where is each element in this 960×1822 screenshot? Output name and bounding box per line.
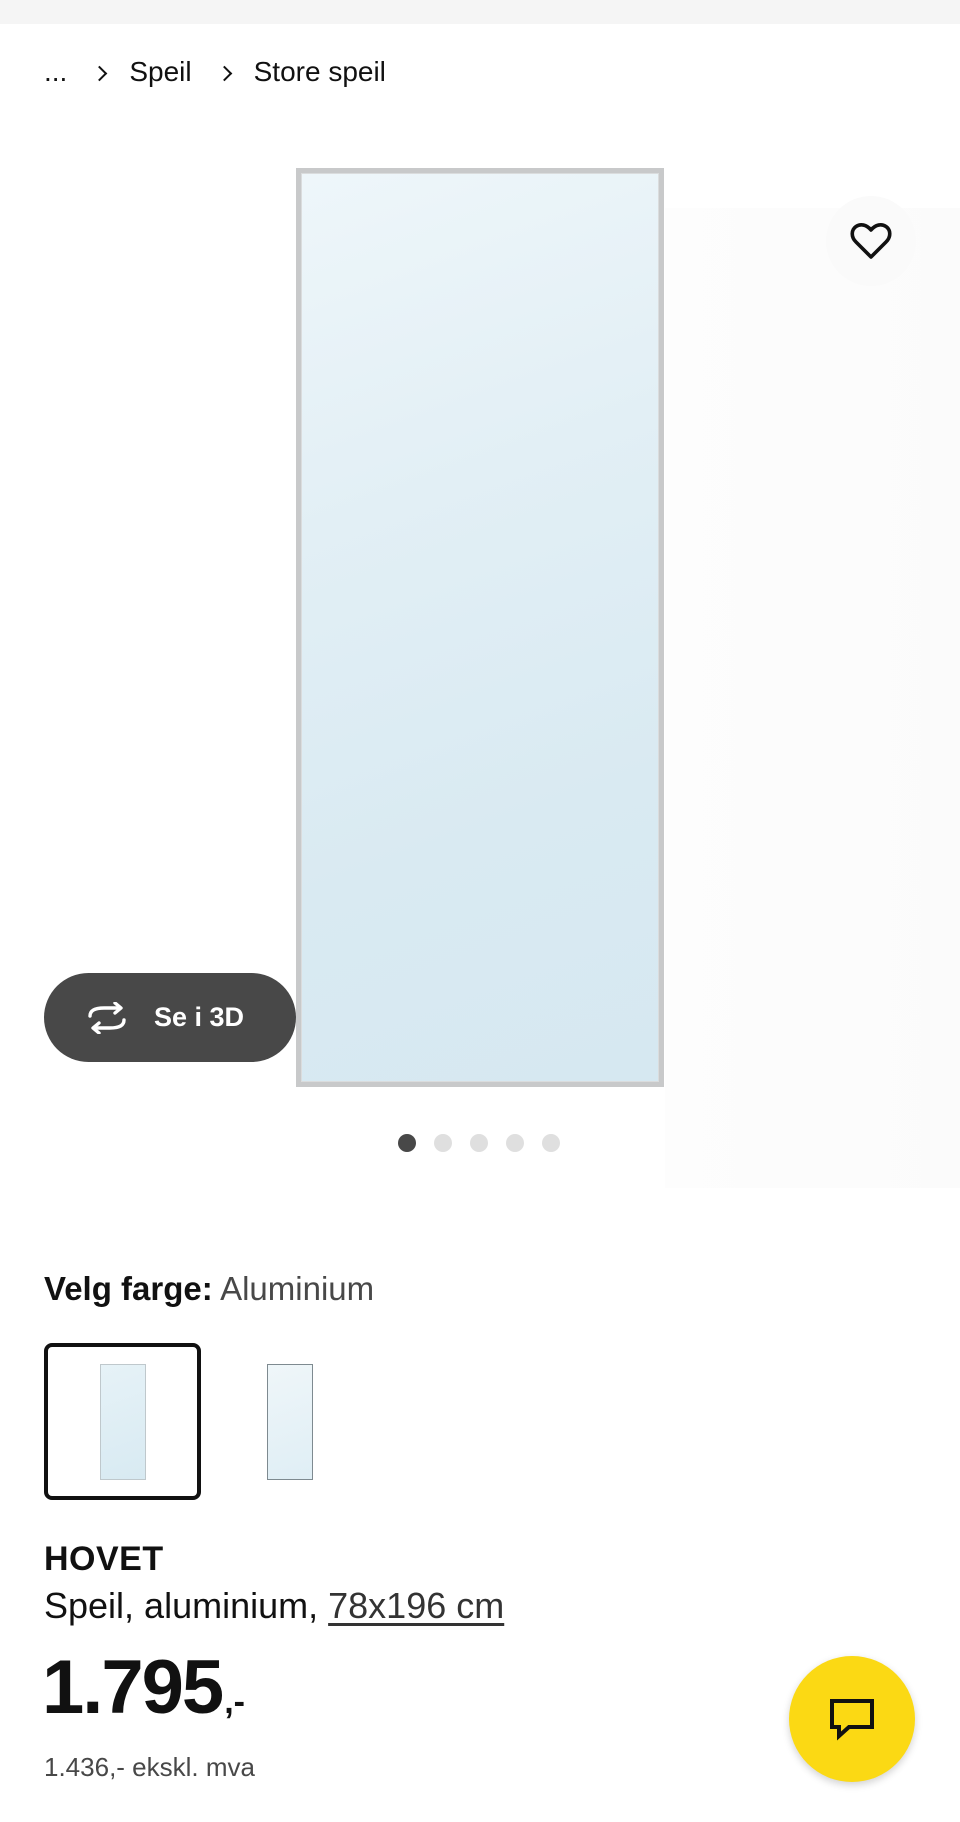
product-description: Speil, aluminium, 78x196 cm (44, 1585, 504, 1627)
pagination-dot-4[interactable] (506, 1134, 524, 1152)
view-in-3d-button[interactable]: Se i 3D (44, 973, 296, 1062)
product-description-text: Speil, aluminium, (44, 1585, 329, 1626)
gallery-pagination (398, 1134, 560, 1152)
product-size-link[interactable]: 78x196 cm (328, 1585, 504, 1626)
price-suffix: ,- (224, 1683, 245, 1721)
product-name: HOVET (44, 1540, 164, 1578)
price-main: 1.795 (42, 1645, 224, 1730)
product-price: 1.795 ,- (42, 1650, 245, 1726)
swatch-thumbnail (99, 1363, 146, 1480)
pagination-dot-2[interactable] (434, 1134, 452, 1152)
top-status-strip (0, 0, 960, 24)
breadcrumb: ... Speil Store speil (44, 52, 386, 92)
rotate-3d-icon (82, 1001, 132, 1034)
product-image-mirror[interactable] (296, 168, 664, 1087)
product-image-gallery[interactable] (0, 118, 960, 1188)
chevron-right-icon (93, 65, 107, 79)
swatch-aluminium[interactable] (44, 1343, 201, 1500)
color-label-title: Velg farge: (44, 1270, 213, 1307)
swatch-thumbnail (266, 1363, 313, 1480)
pagination-dot-3[interactable] (470, 1134, 488, 1152)
pagination-dot-5[interactable] (542, 1134, 560, 1152)
favorite-button[interactable] (826, 196, 916, 286)
chevron-right-icon (218, 65, 232, 79)
breadcrumb-item-speil[interactable]: Speil (129, 56, 191, 88)
color-swatches (44, 1343, 368, 1500)
chat-icon (830, 1699, 874, 1741)
view-in-3d-label: Se i 3D (154, 1002, 245, 1032)
price-excl-vat: 1.436,- ekskl. mva (44, 1752, 255, 1782)
chat-button[interactable] (789, 1656, 915, 1782)
image-background (665, 208, 960, 1188)
breadcrumb-item-more[interactable]: ... (44, 56, 67, 88)
pagination-dot-1[interactable] (398, 1134, 416, 1152)
color-selector-label: Velg farge: Aluminium (44, 1270, 374, 1308)
heart-icon (850, 223, 892, 259)
color-label-value: Aluminium (220, 1270, 375, 1307)
swatch-alternative[interactable] (211, 1343, 368, 1500)
breadcrumb-item-store-speil[interactable]: Store speil (254, 56, 386, 88)
